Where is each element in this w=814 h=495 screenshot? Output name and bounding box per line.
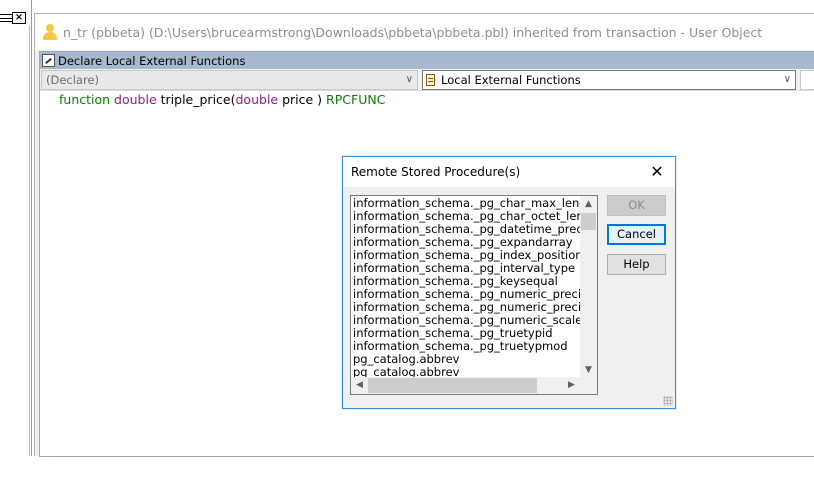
dialog-title-bar[interactable]: Remote Stored Procedure(s) ✕ [343, 157, 675, 187]
declare-dropdown-value: (Declare) [46, 72, 100, 87]
scroll-up-icon[interactable]: ▲ [580, 196, 597, 213]
function-dropdown[interactable]: Local External Functions ∨ [422, 69, 796, 90]
code-param-type: double [235, 92, 279, 107]
editor-caption: Declare Local External Functions [58, 53, 246, 68]
scroll-left-icon[interactable]: ◀ [351, 377, 368, 394]
code-keyword-rpcfunc: RPCFUNC [326, 92, 386, 107]
chevron-down-icon: ∨ [405, 74, 413, 85]
horizontal-scroll-thumb[interactable] [368, 378, 537, 393]
remote-stored-procedure-dialog: Remote Stored Procedure(s) ✕ information… [342, 156, 676, 409]
dialog-title: Remote Stored Procedure(s) [351, 165, 521, 179]
gutter-divider [29, 25, 30, 456]
function-dropdown-value: Local External Functions [441, 72, 581, 87]
restore-icon[interactable] [0, 13, 12, 23]
toolbar-extra-control[interactable] [800, 69, 814, 90]
chevron-down-icon: ∨ [783, 74, 791, 85]
procedure-list: information_schema._pg_char_max_length i… [351, 196, 580, 379]
mdi-gutter: × [0, 0, 32, 456]
declare-dropdown[interactable]: (Declare) ∨ [41, 69, 418, 90]
scrollbar-corner [580, 377, 597, 394]
editor-toolbar: (Declare) ∨ Local External Functions ∨ [40, 69, 814, 91]
code-function-name: triple_price( [160, 92, 236, 107]
editor-caption-bar[interactable]: Declare Local External Functions [40, 52, 814, 69]
code-param-name: price ) [282, 92, 323, 107]
ok-button[interactable]: OK [607, 195, 666, 216]
mdi-close-button[interactable]: × [12, 12, 26, 24]
code-keyword-function: function [59, 92, 111, 107]
window-title: n_tr (pbbeta) (D:\Users\brucearmstrong\D… [63, 24, 763, 40]
user-object-icon [43, 24, 57, 40]
help-button[interactable]: Help [607, 254, 666, 275]
vertical-scroll-thumb[interactable] [581, 213, 596, 230]
resize-grip-icon[interactable] [663, 396, 673, 406]
scroll-icon [426, 73, 435, 86]
scroll-right-icon[interactable]: ▶ [563, 377, 580, 394]
window-title-bar[interactable]: n_tr (pbbeta) (D:\Users\brucearmstrong\D… [35, 14, 814, 50]
vertical-scrollbar[interactable]: ▲ ▼ [580, 196, 597, 379]
horizontal-scrollbar[interactable]: ◀ ▶ [351, 377, 580, 394]
close-icon[interactable]: ✕ [647, 164, 667, 180]
cancel-button[interactable]: Cancel [607, 224, 666, 245]
script-edit-icon [42, 54, 55, 67]
procedure-listbox[interactable]: information_schema._pg_char_max_length i… [350, 195, 598, 395]
code-return-type: double [114, 92, 157, 107]
